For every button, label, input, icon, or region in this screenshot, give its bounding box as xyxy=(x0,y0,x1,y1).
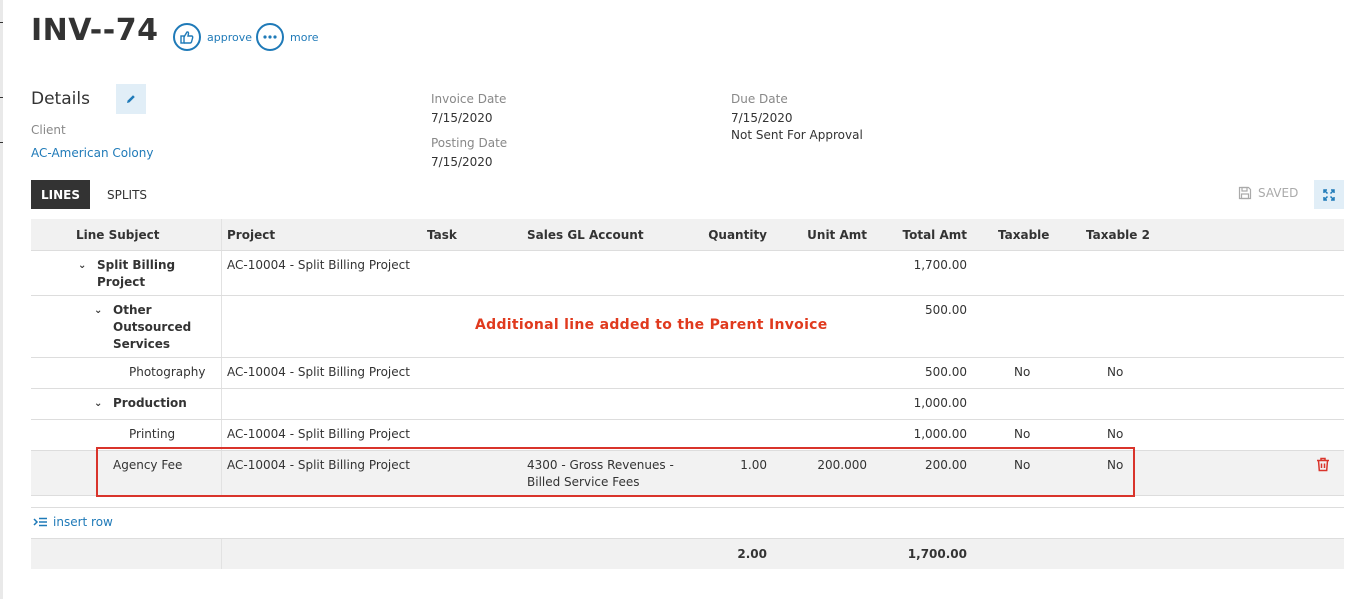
details-heading: Details xyxy=(31,89,90,109)
col-unit-amt[interactable]: Unit Amt xyxy=(767,227,867,244)
insert-row-label: insert row xyxy=(53,515,113,529)
total-amt-cell: 1,000.00 xyxy=(913,427,967,441)
client-label: Client xyxy=(31,123,66,137)
total-amt-cell: 1,700.00 xyxy=(913,258,967,272)
project-cell: AC-10004 - Split Billing Project xyxy=(227,365,410,379)
line-subject: Other xyxy=(113,303,152,317)
left-edge-mark xyxy=(0,142,3,143)
line-subject: Split Billing xyxy=(97,258,176,272)
thumbs-up-icon xyxy=(173,23,201,51)
line-subject: Outsourced xyxy=(113,320,192,334)
project-cell: AC-10004 - Split Billing Project xyxy=(227,258,410,272)
approval-status: Not Sent For Approval xyxy=(731,128,863,142)
line-subject: Photography xyxy=(129,365,206,379)
col-task[interactable]: Task xyxy=(427,227,457,244)
highlight-box xyxy=(96,447,1135,497)
line-subject: Printing xyxy=(129,427,176,441)
left-edge-rule xyxy=(0,0,3,599)
more-dots-icon xyxy=(256,23,284,51)
insert-row-button[interactable]: insert row xyxy=(33,515,113,529)
col-taxable-2[interactable]: Taxable 2 xyxy=(1086,227,1150,244)
col-sales-gl-account[interactable]: Sales GL Account xyxy=(527,227,644,244)
grand-total: 1,700.00 xyxy=(907,547,967,561)
col-total-amt[interactable]: Total Amt xyxy=(867,227,968,244)
due-date-label: Due Date xyxy=(731,92,788,106)
save-disk-icon xyxy=(1238,186,1252,200)
table-header: Line Subject Project Task Sales GL Accou… xyxy=(31,219,1344,251)
expand-button[interactable] xyxy=(1314,180,1344,209)
table-row[interactable]: Photography AC-10004 - Split Billing Pro… xyxy=(31,358,1344,389)
left-edge-mark xyxy=(0,22,3,23)
chevron-down-icon[interactable]: ⌄ xyxy=(78,260,86,271)
total-quantity: 2.00 xyxy=(737,547,767,561)
taxable-cell: No xyxy=(1014,365,1031,379)
table-row[interactable]: ⌄ Split Billing Project AC-10004 - Split… xyxy=(31,251,1344,296)
approve-button[interactable]: approve xyxy=(173,23,252,51)
col-taxable[interactable]: Taxable xyxy=(998,227,1049,244)
taxable-cell: No xyxy=(1014,427,1031,441)
due-date-value: 7/15/2020 xyxy=(731,111,793,125)
col-project[interactable]: Project xyxy=(227,227,275,244)
tab-splits[interactable]: SPLITS xyxy=(96,180,158,209)
posting-date-value: 7/15/2020 xyxy=(431,155,493,169)
more-label: more xyxy=(290,30,319,44)
pencil-icon xyxy=(127,95,135,103)
line-subject: Services xyxy=(113,337,171,351)
table-spacer-row xyxy=(31,496,1344,508)
saved-label: SAVED xyxy=(1258,186,1299,200)
left-edge-mark xyxy=(0,97,3,98)
invoice-date-label: Invoice Date xyxy=(431,92,507,106)
total-amt-cell: 500.00 xyxy=(925,365,967,379)
project-cell: AC-10004 - Split Billing Project xyxy=(227,427,410,441)
chevron-down-icon[interactable]: ⌄ xyxy=(94,398,102,409)
client-link[interactable]: AC-American Colony xyxy=(31,146,153,160)
taxable-2-cell: No xyxy=(1107,427,1124,441)
posting-date-label: Posting Date xyxy=(431,136,508,150)
totals-row: 2.00 1,700.00 xyxy=(31,538,1344,569)
insert-row-icon xyxy=(33,517,47,527)
trash-icon xyxy=(1317,457,1329,472)
annotation-text: Additional line added to the Parent Invo… xyxy=(475,317,828,333)
line-subject: Production xyxy=(113,396,187,410)
total-amt-cell: 500.00 xyxy=(925,303,967,317)
expand-icon xyxy=(1323,188,1335,201)
more-button[interactable]: more xyxy=(256,23,319,51)
line-subject: Project xyxy=(97,275,146,289)
delete-row-button[interactable] xyxy=(1316,457,1330,475)
chevron-down-icon[interactable]: ⌄ xyxy=(94,305,102,316)
saved-indicator: SAVED xyxy=(1238,186,1298,200)
total-amt-cell: 1,000.00 xyxy=(913,396,967,410)
invoice-title: INV--74 xyxy=(31,13,159,48)
edit-details-button[interactable] xyxy=(116,84,146,114)
table-row[interactable]: ⌄ Production 1,000.00 xyxy=(31,389,1344,420)
col-line-subject[interactable]: Line Subject xyxy=(76,227,160,244)
tab-lines[interactable]: LINES xyxy=(31,180,90,209)
approve-label: approve xyxy=(207,30,252,44)
taxable-2-cell: No xyxy=(1107,365,1124,379)
invoice-date-value: 7/15/2020 xyxy=(431,111,493,125)
col-quantity[interactable]: Quantity xyxy=(667,227,767,244)
